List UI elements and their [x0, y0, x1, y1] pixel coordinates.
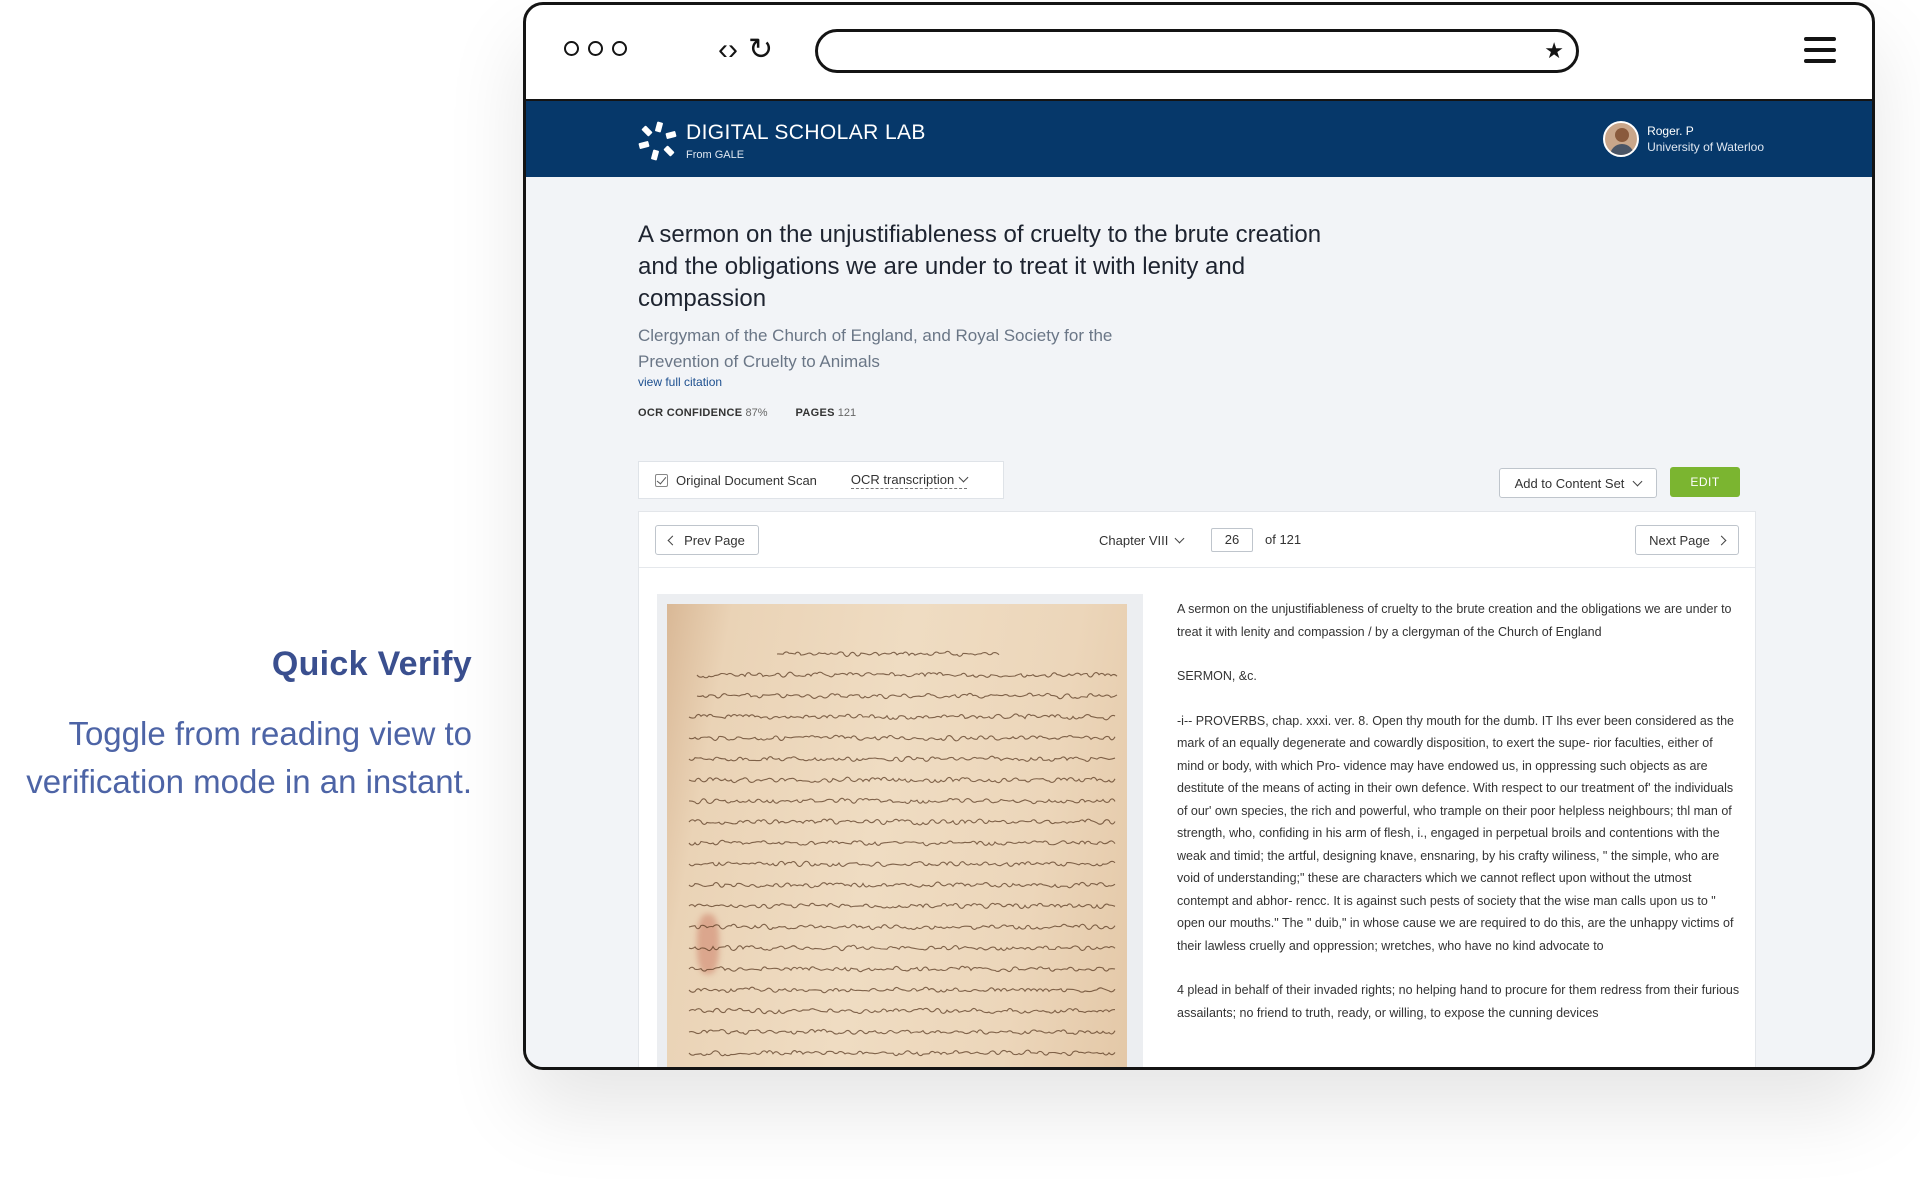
brand-name: DIGITAL SCHOLAR LAB — [686, 121, 926, 144]
original-scan-label[interactable]: Original Document Scan — [676, 473, 817, 488]
user-name: Roger. P — [1647, 124, 1694, 138]
chevron-left-icon — [667, 535, 678, 545]
app-header: DIGITAL SCHOLAR LAB From GALE Roger. P U… — [526, 101, 1872, 177]
chapter-dropdown[interactable]: Chapter VIII — [1099, 533, 1185, 548]
page-total: of 121 — [1265, 532, 1302, 547]
original-scan-checkbox[interactable] — [655, 473, 668, 487]
view-toggle: Original Document Scan OCR transcription — [638, 461, 1004, 499]
ocr-transcription-text: A sermon on the unjustifiableness of cru… — [1177, 598, 1743, 1046]
window-dots-icon — [564, 41, 627, 56]
url-bar[interactable]: ★ — [815, 29, 1579, 73]
reload-icon[interactable]: ↻ — [748, 35, 773, 65]
chevron-right-icon — [1716, 535, 1727, 545]
star-icon[interactable]: ★ — [1544, 38, 1564, 64]
pages-label: PAGES — [795, 407, 835, 419]
handwritten-letter-image — [667, 604, 1127, 1067]
user-org: University of Waterloo — [1647, 140, 1764, 154]
page-number-input[interactable]: 26 — [1211, 528, 1253, 552]
original-scan-image[interactable] — [657, 594, 1143, 1067]
ocr-confidence-value: 87% — [745, 407, 768, 419]
add-to-content-set-label: Add to Content Set — [1514, 475, 1625, 491]
ocr-transcription-label: OCR transcription — [850, 471, 955, 487]
next-page-button[interactable]: Next Page — [1635, 525, 1739, 555]
chevron-down-icon — [1174, 533, 1185, 544]
ocr-paragraph: -i-- PROVERBS, chap. xxxi. ver. 8. Open … — [1177, 713, 1734, 953]
view-citation-link[interactable]: view full citation — [638, 375, 722, 389]
chevron-down-icon — [958, 472, 969, 482]
next-page-label: Next Page — [1649, 532, 1710, 548]
viewer-toolbar: Prev Page Chapter VIII 26 of 121 Next Pa… — [639, 512, 1755, 568]
code-icon[interactable]: ‹› — [718, 35, 738, 65]
document-page: A sermon on the unjustifiableness of cru… — [526, 177, 1872, 1067]
caption-title: Quick Verify — [271, 645, 472, 683]
ocr-paragraph: 4 plead in behalf of their invaded right… — [1177, 983, 1740, 1020]
browser-nav: ‹› ↻ — [718, 35, 773, 65]
avatar — [1603, 121, 1640, 157]
document-viewer: Prev Page Chapter VIII 26 of 121 Next Pa… — [638, 511, 1756, 1067]
chapter-label: Chapter VIII — [1099, 533, 1169, 548]
feature-caption: Quick Verify Toggle from reading view to… — [0, 645, 472, 806]
document-title: A sermon on the unjustifiableness of cru… — [638, 221, 1322, 312]
ocr-transcription-dropdown[interactable]: OCR transcription — [850, 471, 969, 489]
caption-text: Toggle from reading view to verification… — [26, 715, 472, 800]
ocr-confidence-label: OCR CONFIDENCE — [638, 407, 743, 419]
hamburger-menu-icon[interactable] — [1804, 37, 1836, 70]
browser-chrome: ‹› ↻ ★ — [526, 5, 1872, 101]
edit-button[interactable]: EDIT — [1670, 467, 1740, 497]
ocr-paragraph: A sermon on the unjustifiableness of cru… — [1177, 602, 1732, 639]
document-meta: OCR CONFIDENCE 87% PAGES 121 — [638, 407, 856, 419]
brand-sub: From GALE — [686, 149, 745, 161]
document-author: Clergyman of the Church of England, and … — [638, 326, 1113, 371]
prev-page-button[interactable]: Prev Page — [655, 525, 759, 555]
ocr-paragraph: SERMON, &c. — [1177, 669, 1257, 683]
add-to-content-set-button[interactable]: Add to Content Set — [1499, 468, 1657, 498]
prev-page-label: Prev Page — [684, 532, 745, 548]
user-menu[interactable]: Roger. P University of Waterloo — [1603, 121, 1764, 157]
pages-value: 121 — [837, 407, 857, 419]
browser-window: ‹› ↻ ★ DIGITAL SCHOLAR LAB From GALE Rog… — [523, 2, 1875, 1070]
chevron-down-icon — [1632, 476, 1643, 486]
brand[interactable]: DIGITAL SCHOLAR LAB From GALE — [686, 121, 926, 161]
gale-logo-icon — [638, 121, 677, 161]
